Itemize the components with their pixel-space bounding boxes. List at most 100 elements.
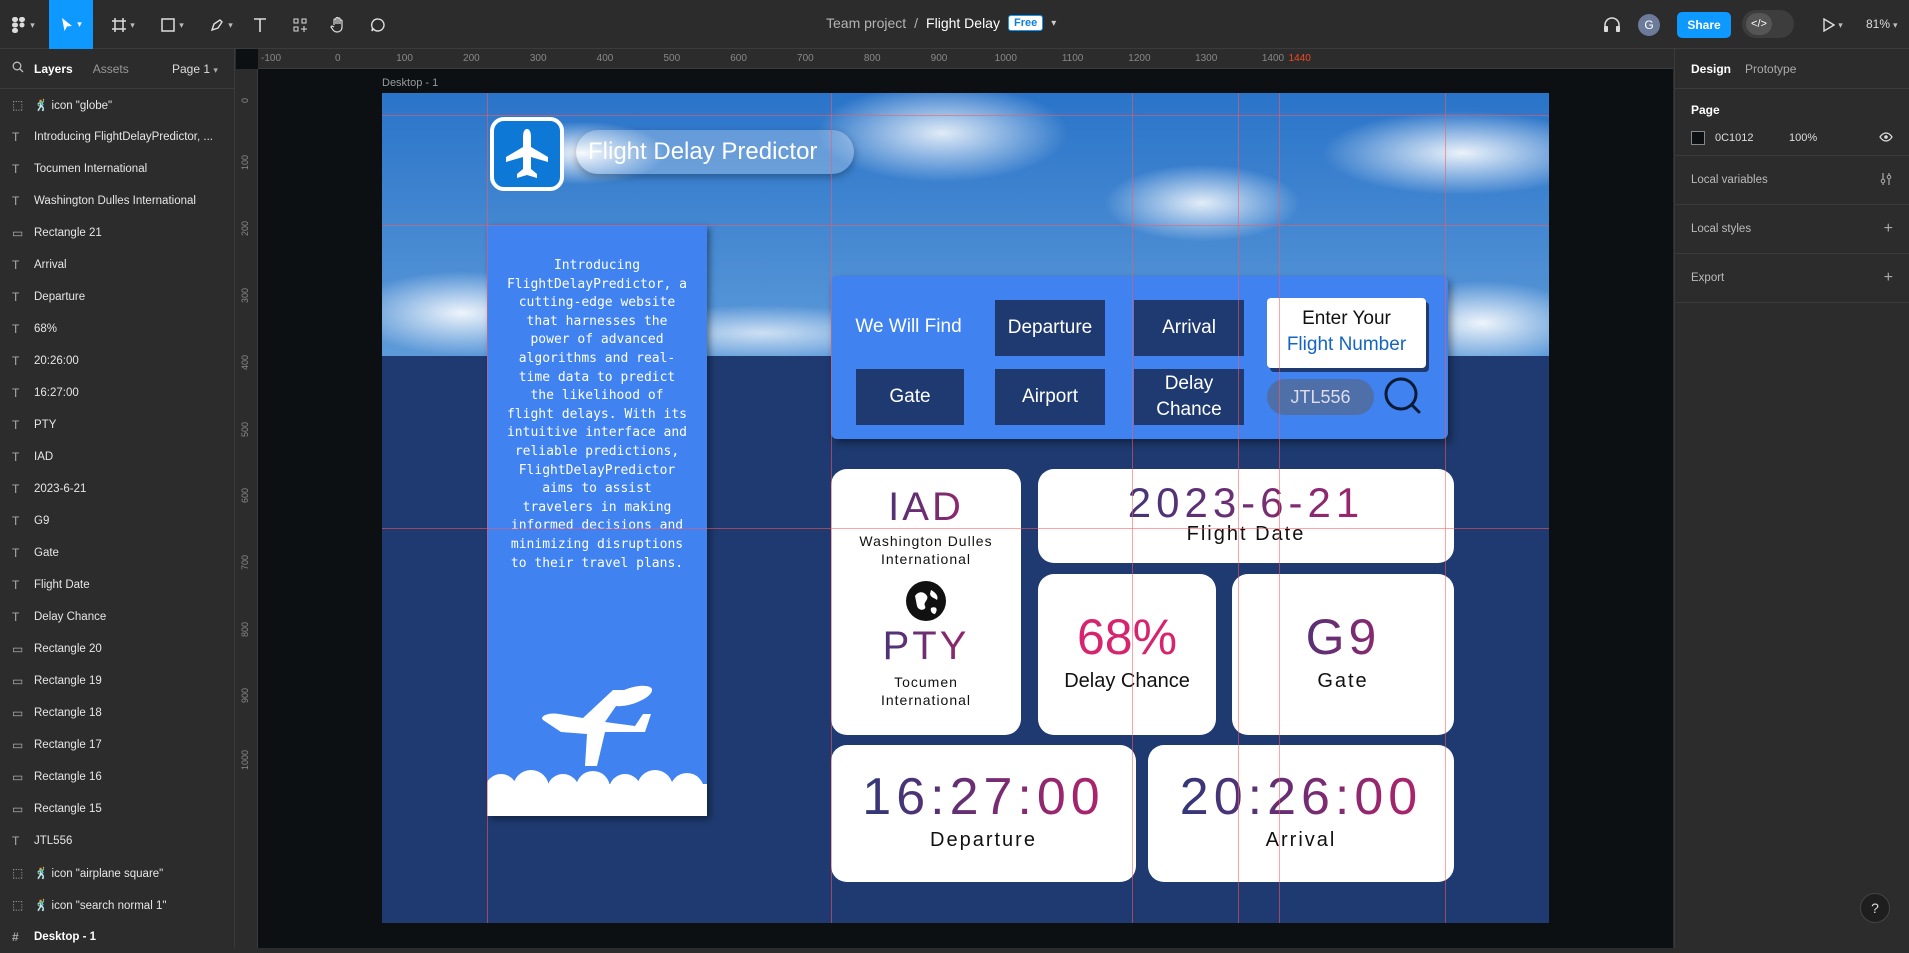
present-play-icon[interactable]: ▾: [1818, 12, 1848, 38]
gate-option-button[interactable]: Gate: [856, 369, 964, 425]
ruler-tick-label: 700: [240, 554, 250, 570]
layer-row[interactable]: T Tocumen International: [0, 153, 234, 185]
shape-tool-icon[interactable]: ▾: [155, 12, 189, 38]
layer-row[interactable]: ▭ Rectangle 17: [0, 729, 234, 761]
layer-row[interactable]: ▭ Rectangle 16: [0, 761, 234, 793]
horizontal-ruler: -100 0 100 200 300 400 500 600 700 800 900 1000 1100…: [258, 49, 1673, 69]
frame-label[interactable]: Desktop - 1: [382, 77, 438, 89]
tab-design[interactable]: Design: [1691, 62, 1731, 76]
layer-label: G9: [34, 515, 50, 527]
layer-row[interactable]: T Flight Date: [0, 569, 234, 601]
layer-label: Rectangle 17: [34, 739, 102, 751]
page-color-hex[interactable]: 0C1012: [1715, 132, 1789, 144]
layer-label: Desktop - 1: [34, 931, 96, 943]
layout-guide: [487, 93, 488, 923]
layer-label: Rectangle 18: [34, 707, 102, 719]
layer-row[interactable]: T PTY: [0, 409, 234, 441]
layer-row[interactable]: T 16:27:00: [0, 377, 234, 409]
tab-prototype[interactable]: Prototype: [1745, 62, 1796, 76]
layer-row[interactable]: T Delay Chance: [0, 601, 234, 633]
layout-guide: [1445, 93, 1446, 923]
local-styles-row[interactable]: Local styles +: [1675, 205, 1909, 254]
intro-text: Introducing FlightDelayPredictor, a cutt…: [506, 258, 687, 571]
layer-row[interactable]: T Introducing FlightDelayPredictor, ...: [0, 121, 234, 153]
export-label: Export: [1691, 272, 1725, 284]
layer-row[interactable]: T Gate: [0, 537, 234, 569]
layer-row[interactable]: ▭ Rectangle 21: [0, 217, 234, 249]
layer-row[interactable]: T 2023-6-21: [0, 473, 234, 505]
headphones-icon[interactable]: [1602, 12, 1622, 38]
local-variables-row[interactable]: Local variables: [1675, 156, 1909, 205]
layer-row[interactable]: T Arrival: [0, 249, 234, 281]
export-row[interactable]: Export +: [1675, 254, 1909, 303]
airplane-icon: [542, 685, 653, 766]
visibility-eye-icon[interactable]: [1879, 131, 1893, 145]
ruler-tick-label: 700: [797, 53, 814, 64]
ruler-tick-label: 800: [240, 621, 250, 637]
layer-row[interactable]: ▭ Rectangle 18: [0, 697, 234, 729]
layer-row[interactable]: ⬚ 🕺 icon "globe": [0, 89, 234, 121]
resources-icon[interactable]: [290, 12, 310, 38]
search-layers-icon[interactable]: [12, 61, 24, 76]
text-layer-icon: T: [12, 514, 20, 528]
component-layer-icon: ⬚: [12, 898, 24, 912]
layer-row[interactable]: T Washington Dulles International: [0, 185, 234, 217]
dev-mode-toggle[interactable]: </>: [1742, 10, 1794, 38]
ruler-tick-label: 1000: [240, 749, 250, 770]
main-menu-icon[interactable]: ▾: [8, 12, 38, 38]
layer-row[interactable]: T IAD: [0, 441, 234, 473]
page-color-swatch[interactable]: [1691, 131, 1705, 145]
help-button[interactable]: ?: [1860, 893, 1890, 923]
layer-row[interactable]: T JTL556: [0, 825, 234, 857]
layer-row[interactable]: T 68%: [0, 313, 234, 345]
add-export-plus-icon[interactable]: +: [1884, 269, 1893, 287]
file-menu-chevron-icon[interactable]: ▾: [1051, 18, 1056, 29]
layer-row[interactable]: T 20:26:00: [0, 345, 234, 377]
search-panel: We Will Find Departure Arrival Gate Airp…: [831, 276, 1448, 439]
airport-option-button[interactable]: Airport: [995, 369, 1105, 425]
plan-badge: Free: [1007, 15, 1044, 31]
layer-label: Departure: [34, 291, 86, 303]
tab-layers[interactable]: Layers: [34, 62, 73, 76]
layout-guide: [382, 115, 1549, 116]
comment-tool-icon[interactable]: [368, 12, 388, 38]
tab-assets[interactable]: Assets: [93, 62, 129, 76]
hand-tool-icon[interactable]: [328, 12, 348, 38]
page-opacity[interactable]: 100%: [1789, 132, 1817, 144]
file-name[interactable]: Flight Delay: [926, 15, 1000, 31]
zoom-level[interactable]: 81% ▾: [1866, 17, 1898, 31]
layer-row[interactable]: T Departure: [0, 281, 234, 313]
ruler-tick-label: 300: [240, 288, 250, 304]
desktop-frame[interactable]: Flight Delay Predictor Introducing Fligh…: [382, 93, 1549, 923]
departure-time-label: Departure: [930, 829, 1037, 851]
frame-tool-icon[interactable]: ▾: [106, 12, 140, 38]
code-icon: </>: [1746, 13, 1772, 35]
variables-settings-icon[interactable]: [1879, 172, 1893, 189]
layer-row[interactable]: T G9: [0, 505, 234, 537]
share-button[interactable]: Share: [1677, 12, 1731, 38]
avatar[interactable]: G: [1638, 14, 1660, 36]
project-name[interactable]: Team project: [826, 15, 906, 31]
pen-tool-icon[interactable]: ▾: [204, 12, 238, 38]
canvas[interactable]: -100 0 100 200 300 400 500 600 700 800 900 1000 1100…: [236, 49, 1673, 948]
add-style-plus-icon[interactable]: +: [1884, 220, 1893, 238]
layer-row[interactable]: ⬚ 🕺 icon "airplane square": [0, 857, 234, 889]
text-tool-icon[interactable]: [250, 12, 270, 38]
gate-label: Gate: [1317, 670, 1369, 692]
flight-number-input[interactable]: [1267, 379, 1374, 415]
layer-row[interactable]: ⬚ 🕺 icon "search normal 1": [0, 889, 234, 921]
delay-chance-option-button[interactable]: Delay Chance: [1134, 369, 1244, 425]
page-selector[interactable]: Page 1 ▾: [172, 62, 218, 76]
layer-row[interactable]: ▭ Rectangle 20: [0, 633, 234, 665]
move-tool-icon[interactable]: ▾: [49, 0, 93, 49]
ruler-tick-label: 900: [930, 53, 948, 64]
arrival-option-button[interactable]: Arrival: [1134, 300, 1244, 356]
layer-row[interactable]: ▭ Rectangle 19: [0, 665, 234, 697]
layer-row[interactable]: ▭ Rectangle 15: [0, 793, 234, 825]
destination-name: Tocumen International: [880, 674, 972, 708]
layer-label: 🕺 icon "airplane square": [34, 868, 164, 880]
search-icon[interactable]: [1383, 376, 1423, 416]
layer-label: 68%: [34, 323, 58, 335]
departure-option-button[interactable]: Departure: [995, 300, 1105, 356]
layer-row[interactable]: # Desktop - 1: [0, 921, 234, 953]
